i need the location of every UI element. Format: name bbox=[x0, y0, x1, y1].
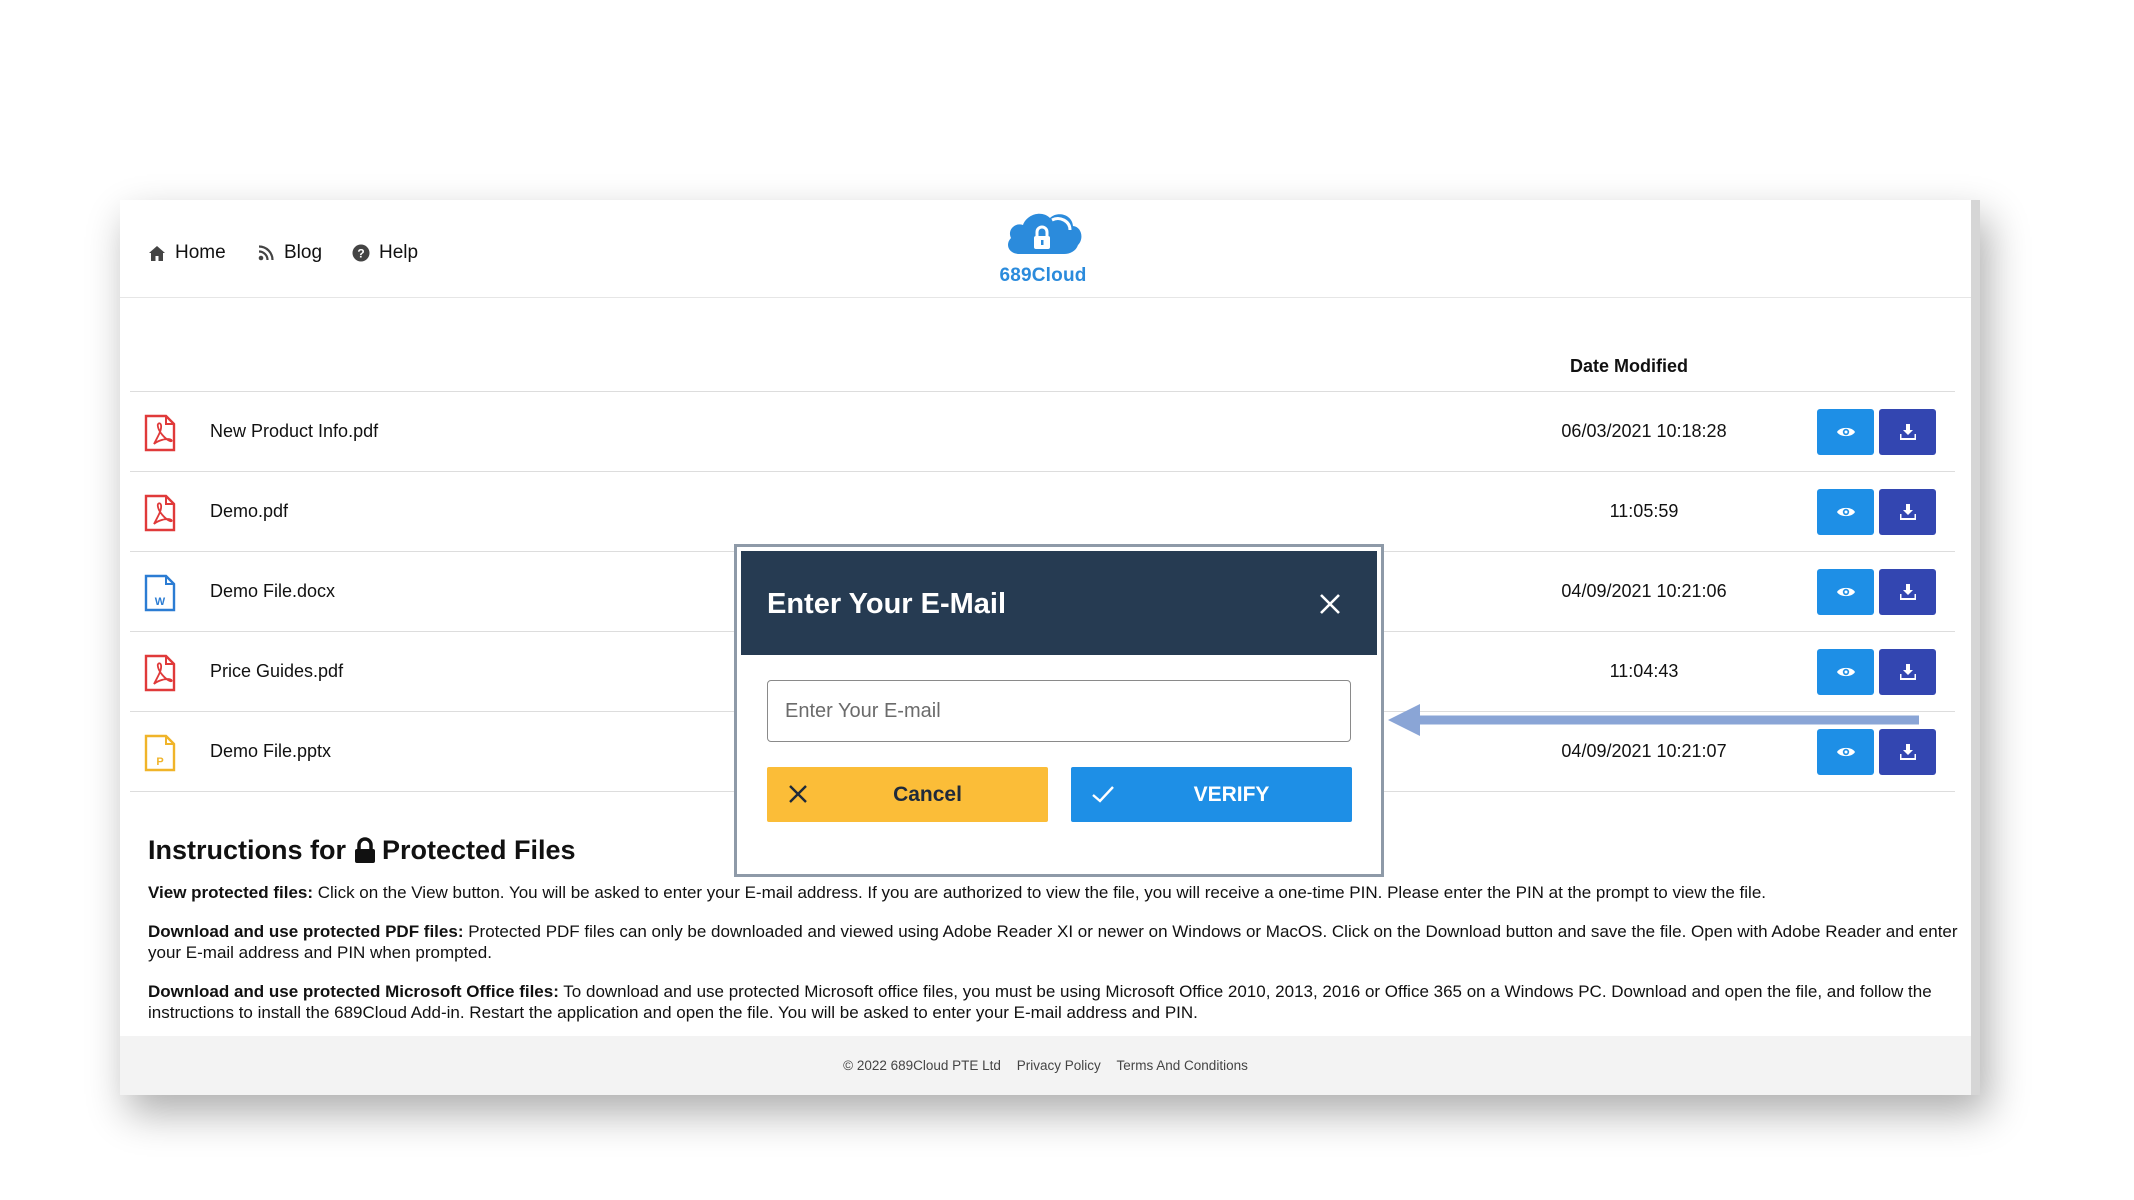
vertical-scrollbar[interactable] bbox=[1971, 200, 1980, 1095]
nav-blog-link[interactable]: Blog bbox=[257, 238, 322, 268]
lock-icon bbox=[355, 837, 376, 863]
eye-icon bbox=[1836, 507, 1855, 517]
download-icon bbox=[1899, 504, 1916, 520]
date-modified: 11:05:59 bbox=[1609, 501, 1679, 521]
view-button[interactable] bbox=[1817, 569, 1874, 615]
home-icon bbox=[149, 245, 165, 261]
nav-home-label: Home bbox=[175, 242, 226, 263]
pdf-file-icon bbox=[144, 654, 176, 692]
powerpoint-file-icon: P bbox=[144, 734, 176, 772]
file-name[interactable]: Demo File.pptx bbox=[210, 741, 331, 762]
eye-icon bbox=[1836, 587, 1855, 597]
cloud-lock-icon bbox=[1008, 213, 1082, 254]
email-modal: Enter Your E-Mail Cancel VERIFY bbox=[734, 544, 1384, 877]
date-modified: 04/09/2021 10:21:07 bbox=[1561, 741, 1727, 761]
pdf-file-icon bbox=[144, 494, 176, 532]
view-button[interactable] bbox=[1817, 409, 1874, 455]
app-window: Home Blog ? Help 689Cloud Date Modified … bbox=[120, 200, 1980, 1095]
footer-copyright: © 2022 689Cloud PTE Ltd bbox=[843, 1058, 1001, 1073]
view-button[interactable] bbox=[1817, 489, 1874, 535]
annotation-arrow bbox=[1388, 704, 1919, 736]
table-row: New Product Info.pdf 06/03/2021 10:18:28 bbox=[130, 392, 1955, 472]
instruction-pdf: Download and use protected PDF files: Pr… bbox=[148, 921, 1958, 963]
date-modified: 06/03/2021 10:18:28 bbox=[1561, 421, 1727, 441]
instruction-pdf-label: Download and use protected PDF files: bbox=[148, 922, 464, 941]
svg-text:P: P bbox=[156, 756, 163, 768]
download-icon bbox=[1899, 744, 1916, 760]
pdf-file-icon bbox=[144, 414, 176, 452]
table-row: Demo.pdf 11:05:59 bbox=[130, 472, 1955, 552]
table-header-row: Date Modified bbox=[130, 330, 1955, 392]
date-modified: 11:04:43 bbox=[1609, 661, 1679, 681]
download-icon bbox=[1899, 664, 1916, 680]
privacy-policy-link[interactable]: Privacy Policy bbox=[1017, 1058, 1101, 1073]
rss-icon bbox=[258, 245, 274, 261]
modal-header: Enter Your E-Mail bbox=[741, 551, 1377, 655]
question-circle-icon: ? bbox=[352, 244, 370, 262]
eye-icon bbox=[1836, 427, 1855, 437]
download-button[interactable] bbox=[1879, 649, 1936, 695]
file-name[interactable]: Demo File.docx bbox=[210, 581, 335, 602]
date-modified: 04/09/2021 10:21:06 bbox=[1561, 581, 1727, 601]
download-button[interactable] bbox=[1879, 569, 1936, 615]
top-navigation: Home Blog ? Help 689Cloud bbox=[120, 200, 1971, 298]
svg-text:?: ? bbox=[357, 247, 364, 261]
file-name[interactable]: Demo.pdf bbox=[210, 501, 288, 522]
file-name[interactable]: Price Guides.pdf bbox=[210, 661, 343, 682]
svg-text:W: W bbox=[155, 596, 166, 608]
header-date-modified: Date Modified bbox=[1570, 356, 1689, 376]
instructions-title-after: Protected Files bbox=[382, 835, 576, 865]
word-file-icon: W bbox=[144, 574, 176, 612]
download-icon bbox=[1899, 424, 1916, 440]
instruction-office: Download and use protected Microsoft Off… bbox=[148, 981, 1958, 1023]
instruction-view: View protected files: Click on the View … bbox=[148, 882, 1958, 903]
download-button[interactable] bbox=[1879, 489, 1936, 535]
instruction-view-label: View protected files: bbox=[148, 883, 314, 902]
file-name[interactable]: New Product Info.pdf bbox=[210, 421, 378, 442]
modal-title: Enter Your E-Mail bbox=[767, 588, 1007, 620]
download-button[interactable] bbox=[1879, 409, 1936, 455]
brand-logo[interactable]: 689Cloud bbox=[995, 206, 1091, 287]
eye-icon bbox=[1836, 747, 1855, 757]
view-button[interactable] bbox=[1817, 649, 1874, 695]
verify-button[interactable]: VERIFY bbox=[1071, 767, 1352, 822]
instruction-office-label: Download and use protected Microsoft Off… bbox=[148, 982, 559, 1001]
verify-button-label: VERIFY bbox=[1193, 783, 1270, 806]
cancel-button-label: Cancel bbox=[893, 783, 962, 806]
nav-help-label: Help bbox=[379, 242, 419, 263]
nav-home-link[interactable]: Home bbox=[148, 238, 226, 268]
page-footer: © 2022 689Cloud PTE Ltd Privacy Policy T… bbox=[120, 1036, 1971, 1095]
download-icon bbox=[1899, 584, 1916, 600]
nav-help-link[interactable]: ? Help bbox=[352, 238, 418, 268]
close-icon[interactable] bbox=[1317, 591, 1343, 617]
email-input[interactable] bbox=[767, 680, 1351, 742]
logo-text: 689Cloud bbox=[999, 265, 1087, 286]
cancel-button[interactable]: Cancel bbox=[767, 767, 1048, 822]
instructions-title-before: Instructions for bbox=[148, 835, 347, 865]
instruction-view-text: Click on the View button. You will be as… bbox=[313, 883, 1767, 902]
terms-link[interactable]: Terms And Conditions bbox=[1117, 1058, 1248, 1073]
nav-blog-label: Blog bbox=[284, 242, 323, 263]
eye-icon bbox=[1836, 667, 1855, 677]
